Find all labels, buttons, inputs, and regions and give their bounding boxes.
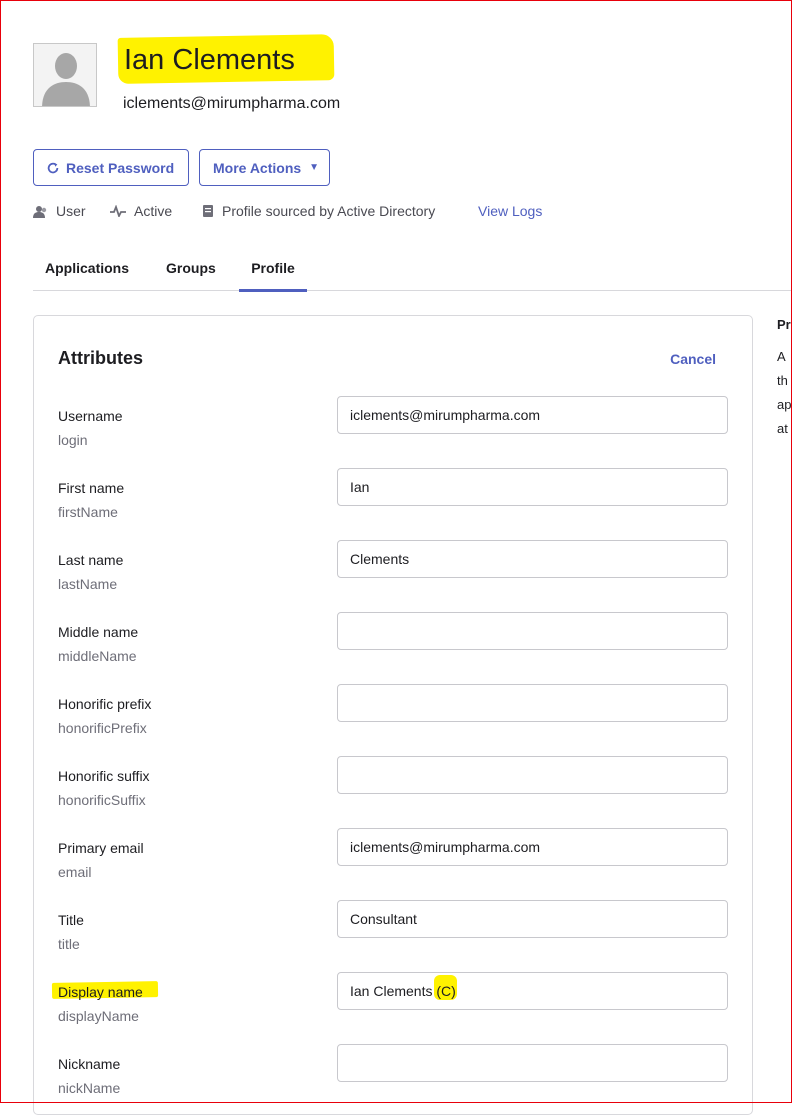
field-label: Nickname [58, 1056, 121, 1072]
tab-profile[interactable]: Profile [239, 252, 307, 292]
field-label: First name [58, 480, 125, 496]
view-logs-link[interactable]: View Logs [478, 203, 542, 219]
side-panel-line: ap [777, 397, 792, 412]
field-key: login [58, 432, 88, 448]
field-primary-email: Primary email email [58, 828, 730, 900]
first-name-input[interactable] [337, 468, 728, 506]
side-panel-heading: Pr [777, 317, 791, 332]
side-panel-line: th [777, 373, 788, 388]
display-name-input[interactable] [337, 972, 728, 1010]
field-key: honorificPrefix [58, 720, 147, 736]
username-input[interactable] [337, 396, 728, 434]
field-key: firstName [58, 504, 118, 520]
field-label: Last name [58, 552, 124, 568]
active-label: Active [134, 203, 173, 219]
field-key: email [58, 864, 92, 880]
tab-applications[interactable]: Applications [45, 252, 129, 289]
field-username: Username login [58, 396, 730, 468]
field-label: Title [58, 912, 84, 928]
field-key: displayName [58, 1008, 139, 1024]
field-label: Username [58, 408, 123, 424]
user-type-status: User [33, 203, 86, 219]
more-actions-label: More Actions [213, 159, 302, 176]
field-nickname: Nickname nickName [58, 1044, 730, 1116]
field-key: title [58, 936, 80, 952]
user-icon [33, 205, 47, 218]
field-key: lastName [58, 576, 118, 592]
refresh-icon [47, 162, 59, 173]
tab-groups[interactable]: Groups [166, 252, 216, 289]
attributes-panel: Attributes Cancel Username login First n… [33, 315, 753, 1115]
title-input[interactable] [337, 900, 728, 938]
primary-email-input[interactable] [337, 828, 728, 866]
user-silhouette-icon [34, 44, 96, 106]
nickname-input[interactable] [337, 1044, 728, 1082]
avatar [33, 43, 97, 107]
side-panel-line: A [777, 349, 786, 364]
attributes-title: Attributes [58, 348, 143, 368]
field-first-name: First name firstName [58, 468, 730, 540]
more-actions-button[interactable]: More Actions ▼ [199, 149, 330, 186]
field-title: Title title [58, 900, 730, 972]
honorific-prefix-input[interactable] [337, 684, 728, 722]
profile-source-status: Profile sourced by Active Directory [202, 203, 435, 219]
last-name-input[interactable] [337, 540, 728, 578]
reset-password-label: Reset Password [66, 159, 175, 176]
middle-name-input[interactable] [337, 612, 728, 650]
field-key: nickName [58, 1080, 121, 1096]
chevron-down-icon: ▼ [309, 162, 320, 173]
user-type-label: User [56, 203, 86, 219]
directory-icon [203, 205, 213, 217]
field-key: honorificSuffix [58, 792, 146, 808]
honorific-suffix-input[interactable] [337, 756, 728, 794]
reset-password-button[interactable]: Reset Password [33, 149, 189, 186]
pulse-icon [110, 205, 126, 217]
user-email: iclements@mirumpharma.com [123, 95, 341, 112]
profile-tabs: Applications Groups Profile [33, 252, 792, 292]
field-honorific-prefix: Honorific prefix honorificPrefix [58, 684, 730, 756]
field-honorific-suffix: Honorific suffix honorificSuffix [58, 756, 730, 828]
field-label: Middle name [58, 624, 139, 640]
user-name: Ian Clements [124, 44, 295, 76]
cancel-button[interactable]: Cancel [670, 351, 716, 367]
field-label: Honorific prefix [58, 696, 152, 712]
side-panel-line: at [777, 421, 788, 436]
user-name-block: Ian Clements [117, 34, 335, 84]
field-key: middleName [58, 648, 137, 664]
profile-source-label: Profile sourced by Active Directory [222, 203, 436, 219]
field-last-name: Last name lastName [58, 540, 730, 612]
field-display-name: Display name displayName [51, 972, 730, 1044]
field-label: Honorific suffix [58, 768, 150, 784]
field-label: Display name [58, 984, 143, 1000]
field-label: Primary email [58, 840, 144, 856]
active-status: Active [110, 203, 172, 219]
field-middle-name: Middle name middleName [58, 612, 730, 684]
